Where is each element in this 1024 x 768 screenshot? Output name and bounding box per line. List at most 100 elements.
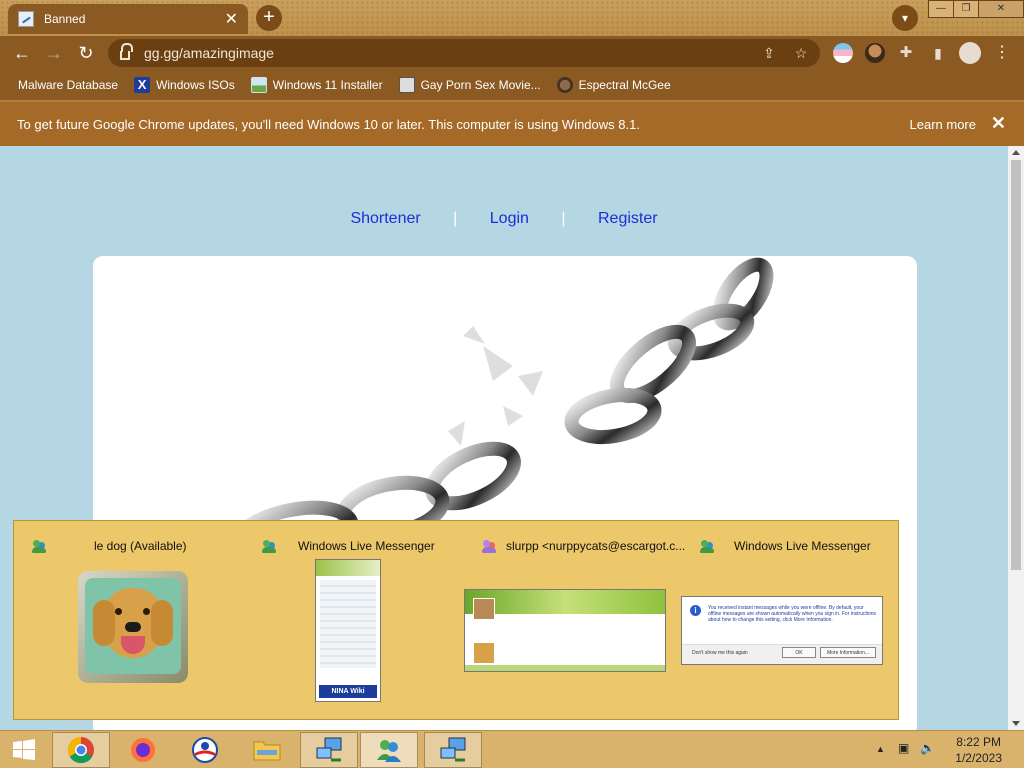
bookmark-label: Gay Porn Sex Movie...: [420, 78, 541, 92]
window-close-button[interactable]: ✕: [978, 0, 1024, 18]
taskbar-thumbnail-popup: le dog (Available) Windows Live Messenge…: [13, 520, 899, 720]
clock-time: 8:22 PM: [956, 735, 1001, 749]
thumbnail-header: le dog (Available): [32, 539, 187, 553]
lock-icon[interactable]: [120, 42, 133, 60]
menu-icon[interactable]: ⋮: [990, 41, 1014, 65]
obama-logo-icon: [192, 737, 218, 763]
messenger-icon: [32, 539, 48, 553]
thumbnail-header: Windows Live Messenger: [700, 539, 871, 553]
x-logo-icon: X: [134, 77, 151, 93]
bookmark-windows-11-installer[interactable]: Windows 11 Installer: [250, 77, 383, 93]
update-infobar: To get future Google Chrome updates, you…: [0, 102, 1024, 146]
scroll-down-icon[interactable]: [1012, 721, 1020, 726]
scroll-up-icon[interactable]: [1012, 150, 1020, 155]
thumbnail-slurpp-chat[interactable]: slurpp <nurppycats@escargot.c...: [464, 521, 685, 721]
messenger-icon: [377, 740, 401, 762]
thumbnail-title: le dog (Available): [94, 539, 187, 553]
bookmark-label: Windows 11 Installer: [272, 78, 383, 92]
tab-search-button[interactable]: ▾: [892, 5, 918, 31]
tray-overflow-icon[interactable]: ▲: [876, 744, 885, 754]
info-icon: i: [690, 605, 701, 616]
extension-flag-icon[interactable]: [833, 43, 853, 63]
url-text: gg.gg/amazingimage: [144, 45, 274, 61]
minimize-button[interactable]: —: [928, 0, 954, 18]
site-icon: [398, 77, 415, 93]
thumbnail-offline-messages-dialog[interactable]: Windows Live Messenger i You received in…: [681, 521, 900, 721]
tab-favicon-icon: [18, 11, 34, 27]
dog-avatar: [85, 578, 181, 674]
taskbar-network-app[interactable]: [300, 732, 358, 768]
page-scrollbar[interactable]: [1008, 146, 1024, 730]
avatar-frame: [78, 571, 188, 683]
taskbar-firefox[interactable]: [114, 732, 172, 768]
chrome-icon: [67, 736, 94, 764]
dialog-ok-button: OK: [782, 647, 816, 658]
network-computer-icon: [440, 737, 466, 762]
cat-icon: [556, 77, 573, 93]
new-tab-button[interactable]: +: [256, 5, 282, 31]
taskbar-obama-app[interactable]: [176, 732, 234, 768]
browser-toolbar: ← → ↻ gg.gg/amazingimage ⇪ ☆ ✚ ▮ ⋮: [0, 36, 1024, 70]
restore-button[interactable]: ❐: [953, 0, 979, 18]
bookmark-windows-isos[interactable]: X Windows ISOs: [134, 77, 235, 93]
firefox-icon: [131, 738, 155, 762]
bookmark-malware-database[interactable]: Malware Database: [18, 78, 118, 92]
nav-separator: |: [561, 210, 566, 227]
taskbar: ▲ ▣ 🔈 8:22 PM 1/2/2023: [0, 730, 1024, 768]
nav-separator: |: [453, 210, 458, 227]
bookmark-espectral-mcgee[interactable]: Espectral McGee: [556, 77, 671, 93]
thumbnail-title: slurpp <nurppycats@escargot.c...: [506, 539, 686, 553]
extension-avatar-icon[interactable]: [865, 43, 885, 63]
messenger-icon: [700, 539, 716, 553]
learn-more-link[interactable]: Learn more: [910, 117, 976, 132]
messenger-chat-icon: [482, 539, 498, 553]
nav-register-link[interactable]: Register: [598, 210, 658, 227]
system-clock[interactable]: 8:22 PM 1/2/2023: [955, 734, 1002, 766]
nina-wiki-banner: NINA Wiki: [319, 685, 377, 698]
nav-shortener-link[interactable]: Shortener: [350, 210, 420, 227]
network-tray-icon[interactable]: ▣: [898, 741, 909, 755]
thumbnail-le-dog[interactable]: le dog (Available): [14, 521, 244, 721]
scroll-thumb[interactable]: [1011, 160, 1021, 570]
nav-login-link[interactable]: Login: [490, 210, 529, 227]
bookmark-site[interactable]: Gay Porn Sex Movie...: [398, 77, 541, 93]
clock-date: 1/2/2023: [955, 751, 1002, 765]
active-tab[interactable]: Banned ✕: [8, 4, 248, 34]
share-icon[interactable]: ⇪: [760, 44, 778, 62]
thumbnail-title: Windows Live Messenger: [298, 539, 435, 553]
messenger-window-preview: NINA Wiki: [315, 559, 381, 702]
extensions-puzzle-icon[interactable]: ✚: [894, 41, 918, 65]
thumbnail-header: slurpp <nurppycats@escargot.c...: [482, 539, 685, 553]
messenger-icon: [262, 539, 278, 553]
address-bar[interactable]: gg.gg/amazingimage ⇪ ☆: [108, 39, 820, 67]
dialog-preview: i You received instant messages while yo…: [681, 596, 883, 665]
tab-close-icon[interactable]: ✕: [225, 9, 238, 29]
image-icon: [250, 77, 267, 93]
windows-logo-icon: [13, 739, 35, 760]
network-computer-icon: [316, 737, 342, 762]
thumbnail-title: Windows Live Messenger: [734, 539, 871, 553]
side-panel-icon[interactable]: ▮: [926, 41, 950, 65]
dialog-text: You received instant messages while you …: [708, 605, 877, 623]
taskbar-file-explorer[interactable]: [238, 732, 296, 768]
bookmarks-bar: Malware Database X Windows ISOs Windows …: [0, 70, 1024, 100]
bookmark-label: Espectral McGee: [578, 78, 671, 92]
taskbar-windows-live-messenger[interactable]: [360, 732, 418, 768]
bookmark-label: Windows ISOs: [156, 78, 235, 92]
dialog-more-info-button: More Information...: [820, 647, 876, 658]
start-button[interactable]: [0, 732, 48, 768]
dialog-checkbox-label: Don't show me this again: [692, 650, 748, 656]
taskbar-network-app-2[interactable]: [424, 732, 482, 768]
volume-tray-icon[interactable]: 🔈: [920, 741, 935, 755]
bookmark-star-icon[interactable]: ☆: [792, 44, 810, 62]
infobar-message: To get future Google Chrome updates, you…: [17, 116, 640, 132]
forward-button[interactable]: →: [42, 41, 66, 65]
profile-icon[interactable]: [959, 42, 981, 64]
reload-button[interactable]: ↻: [74, 41, 98, 65]
thumbnail-header: Windows Live Messenger: [262, 539, 435, 553]
taskbar-chrome[interactable]: [52, 732, 110, 768]
back-button[interactable]: ←: [10, 41, 34, 65]
infobar-close-icon[interactable]: ✕: [991, 113, 1006, 134]
thumbnail-messenger-main[interactable]: Windows Live Messenger NINA Wiki: [244, 521, 464, 721]
tab-title: Banned: [44, 12, 86, 26]
